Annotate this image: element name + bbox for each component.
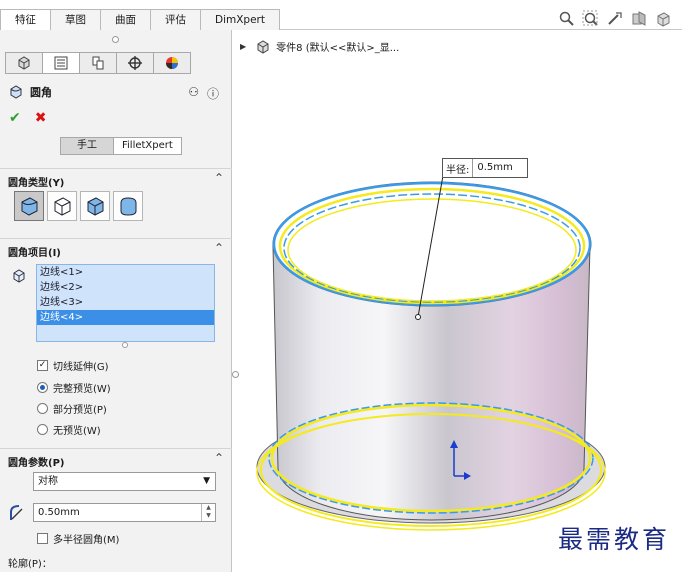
radio-label: 部分预览(P): [53, 405, 107, 416]
fillet-feature-icon: [10, 85, 22, 99]
dropdown-arrow-icon: ▼: [203, 476, 210, 486]
zoom-to-fit-icon[interactable]: [558, 10, 576, 31]
tab-sketch[interactable]: 草图: [50, 9, 101, 30]
displaymanager-tab[interactable]: [153, 52, 191, 74]
checkbox[interactable]: ✓: [37, 360, 48, 371]
section-title: 圆角项目(I): [8, 248, 61, 259]
checkbox-label: 多半径圆角(M): [53, 535, 120, 546]
callout-value[interactable]: 0.5mm: [472, 159, 527, 177]
previous-view-icon[interactable]: [606, 10, 624, 31]
tab-dimxpert[interactable]: DimXpert: [200, 9, 280, 30]
radio[interactable]: [37, 403, 48, 414]
variable-radius-fillet-button[interactable]: [47, 191, 77, 221]
cancel-x-icon[interactable]: ✖: [35, 110, 47, 126]
constant-radius-fillet-button[interactable]: [14, 191, 44, 221]
collapse-chevron-icon[interactable]: ⌃: [214, 451, 224, 465]
featuremanager-tab[interactable]: [5, 52, 43, 74]
list-item[interactable]: 边线<2>: [37, 280, 214, 295]
dimxpertmanager-tab[interactable]: [116, 52, 154, 74]
configurationmanager-tab[interactable]: [79, 52, 117, 74]
callout-label: 半径:: [446, 164, 470, 176]
radio[interactable]: [37, 424, 48, 435]
checkbox[interactable]: [37, 533, 48, 544]
fillet-params-section-header[interactable]: 圆角参数(P) ⌃: [0, 448, 232, 470]
pm-title: 圆角: [8, 84, 52, 100]
fillet-items-section-header[interactable]: 圆角项目(I) ⌃: [0, 238, 232, 260]
propertymanager-tab[interactable]: [42, 52, 80, 74]
radio-label: 完整预览(W): [53, 384, 111, 395]
edges-listbox[interactable]: 边线<1> 边线<2> 边线<3> 边线<4>: [36, 264, 215, 342]
full-round-fillet-button[interactable]: [113, 191, 143, 221]
propertymanager-icon: [54, 56, 68, 70]
ok-checkmark-icon[interactable]: ✔: [9, 110, 21, 126]
heads-up-toolbar: [558, 10, 672, 31]
checkbox-label: 切线延伸(G): [53, 362, 109, 373]
radius-input[interactable]: 0.50mm ▲ ▼: [33, 503, 216, 522]
pm-title-text: 圆角: [30, 86, 52, 99]
listbox-resize-grip[interactable]: [122, 342, 128, 348]
tangent-propagation-checkbox[interactable]: ✓ 切线延伸(G): [37, 358, 109, 373]
multi-radius-checkbox[interactable]: 多半径圆角(M): [37, 531, 119, 546]
ok-cancel: ✔ ✖: [9, 110, 46, 126]
watermark: 最需教育: [558, 525, 671, 554]
list-item[interactable]: 边线<1>: [37, 265, 214, 280]
profile-label: 轮廓(P)：: [8, 559, 52, 570]
view-orientation-icon[interactable]: [654, 10, 672, 31]
select-value: 对称: [38, 476, 58, 487]
whats-wrong-icon[interactable]: ⚇: [188, 85, 199, 102]
edges-faces-icon: [13, 269, 25, 283]
full-preview-radio[interactable]: 完整预览(W): [37, 380, 111, 395]
section-title: 圆角类型(Y): [8, 178, 65, 189]
panel-collapse-grip[interactable]: [112, 36, 119, 43]
splitter-grip[interactable]: [232, 371, 239, 378]
configurationmanager-icon: [92, 56, 104, 70]
full-round-icon: [120, 197, 137, 216]
radius-spinner[interactable]: ▲ ▼: [201, 504, 215, 521]
collapse-chevron-icon[interactable]: ⌃: [214, 241, 224, 255]
variable-radius-icon: [54, 197, 71, 216]
pm-help: ⚇ ⓘ: [188, 85, 219, 102]
panel-splitter[interactable]: [232, 30, 240, 572]
property-manager-panel: 圆角 ⚇ ⓘ ✔ ✖ 手工 FilletXpert 圆角类型(Y) ⌃ 圆角项目…: [0, 30, 232, 572]
radius-value: 0.50mm: [38, 507, 80, 518]
partial-preview-radio[interactable]: 部分预览(P): [37, 401, 107, 416]
collapse-chevron-icon[interactable]: ⌃: [214, 171, 224, 185]
graphics-area[interactable]: ▶ 零件8 (默认<<默认>_显... 半径: 0.5mm 最需教育: [240, 30, 682, 572]
tab-surfaces[interactable]: 曲面: [100, 9, 151, 30]
help-icon[interactable]: ⓘ: [207, 85, 219, 102]
radius-callout[interactable]: 半径: 0.5mm: [442, 158, 528, 178]
featuremanager-icon: [18, 56, 30, 70]
mode-tabs: 手工 FilletXpert: [60, 137, 182, 155]
section-view-icon[interactable]: [630, 10, 648, 31]
tab-filletxpert[interactable]: FilletXpert: [113, 137, 182, 155]
fillet-type-buttons: [14, 191, 143, 221]
command-manager: 特征 草图 曲面 评估 DimXpert: [0, 0, 682, 30]
dimxpertmanager-icon: [128, 56, 142, 70]
list-item-selected[interactable]: 边线<4>: [37, 310, 214, 325]
face-fillet-button[interactable]: [80, 191, 110, 221]
tab-evaluate[interactable]: 评估: [150, 9, 201, 30]
radius-icon: [10, 505, 23, 520]
face-fillet-icon: [87, 197, 104, 216]
radio[interactable]: [37, 382, 48, 393]
radio-label: 无预览(W): [53, 426, 101, 437]
zoom-to-area-icon[interactable]: [582, 10, 600, 31]
section-title: 圆角参数(P): [8, 458, 65, 469]
fillet-method-select[interactable]: 对称 ▼: [33, 472, 216, 491]
cylinder-model[interactable]: [240, 30, 682, 572]
callout-anchor-point: [415, 314, 421, 320]
constant-radius-icon: [21, 197, 38, 216]
no-preview-radio[interactable]: 无预览(W): [37, 422, 101, 437]
tab-features[interactable]: 特征: [0, 9, 51, 30]
list-item[interactable]: 边线<3>: [37, 295, 214, 310]
manager-tabs: [5, 52, 191, 74]
fillet-type-section-header[interactable]: 圆角类型(Y) ⌃: [0, 168, 232, 190]
displaymanager-icon: [166, 57, 178, 69]
tab-manual[interactable]: 手工: [60, 137, 114, 155]
